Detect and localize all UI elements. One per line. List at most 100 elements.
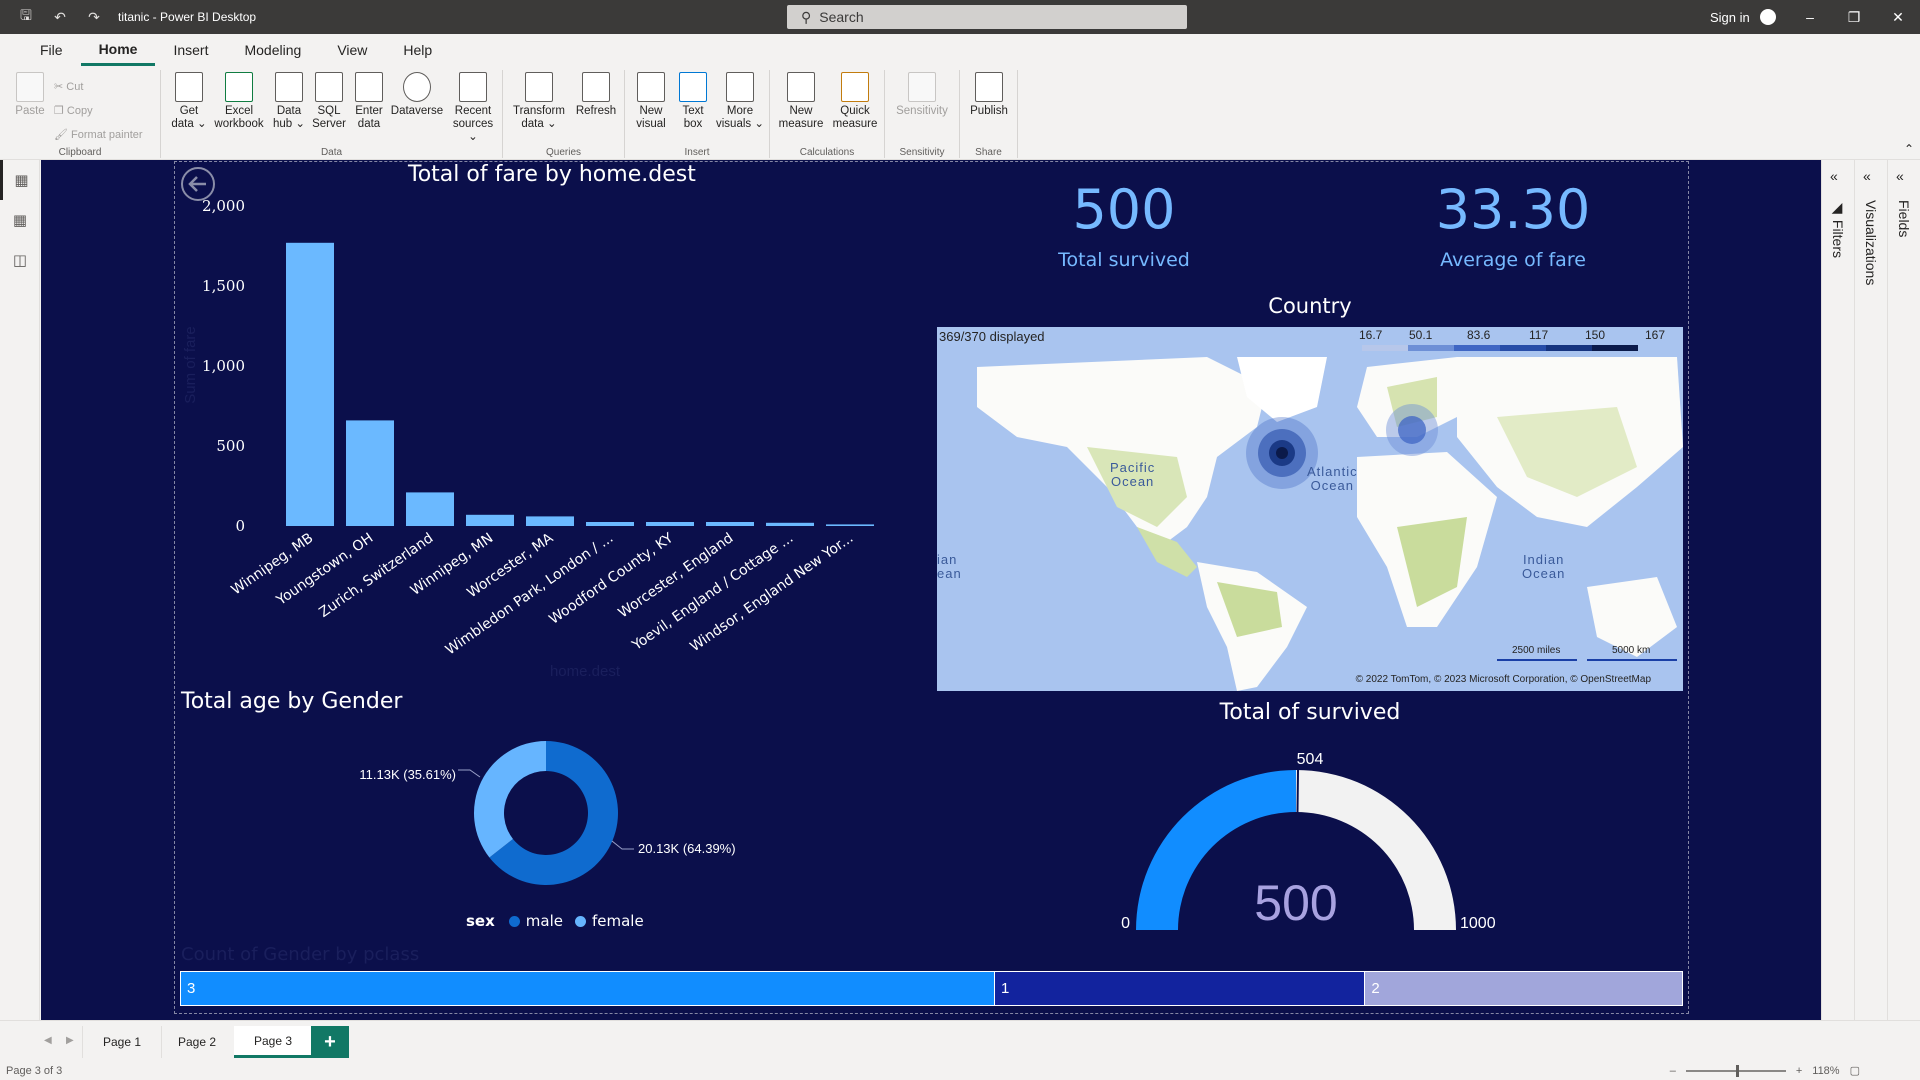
gauge-title: Total of survived [1219, 700, 1401, 725]
chart-icon [637, 72, 665, 102]
bar[interactable] [826, 524, 874, 526]
redo-icon[interactable]: ↷ [84, 7, 104, 27]
tab-page-1[interactable]: Page 1 [82, 1026, 163, 1058]
more-visuals-button[interactable]: More visuals ⌄ [715, 72, 765, 131]
publish-button[interactable]: Publish [966, 72, 1012, 118]
page-info: Page 3 of 3 [6, 1065, 63, 1077]
more-visuals-label: More visuals ⌄ [716, 105, 764, 130]
menu-file[interactable]: File [22, 34, 81, 66]
stack-segment-class-3[interactable]: 3 [181, 972, 994, 1005]
legend-swatch-5 [1546, 345, 1592, 351]
tab-page-3[interactable]: Page 3 [234, 1026, 314, 1058]
leader-line-female [458, 769, 481, 778]
bar[interactable] [586, 522, 634, 526]
recent-label: Recent sources ⌄ [452, 105, 494, 143]
text-box-icon [679, 72, 707, 102]
sensitivity-button[interactable]: Sensitivity [891, 72, 953, 118]
ocean-label-partial: ian ean [937, 552, 962, 581]
close-icon[interactable]: ✕ [1876, 0, 1920, 34]
sensitivity-group-label: Sensitivity [899, 147, 945, 158]
clipboard-group: Paste ✂ Cut ❐ Copy 🖌 Format painter Clip… [0, 70, 161, 158]
fit-page-icon[interactable]: ▢ [1850, 1064, 1860, 1077]
next-page-icon[interactable]: ▶ [66, 1035, 74, 1046]
visualizations-pane[interactable]: « Visualizations [1854, 160, 1886, 1020]
excel-workbook-button[interactable]: Excel workbook [211, 72, 267, 131]
text-box-button[interactable]: Text box [673, 72, 713, 131]
transform-data-button[interactable]: Transform data ⌄ [511, 72, 567, 131]
collapse-filters-icon[interactable]: « [1830, 168, 1838, 184]
menu-insert[interactable]: Insert [155, 34, 226, 66]
bar[interactable] [346, 420, 394, 526]
dataverse-button[interactable]: Dataverse [389, 72, 445, 118]
get-data-button[interactable]: Get data ⌄ [169, 72, 209, 131]
stack-segment-class-1[interactable]: 1 [993, 972, 1365, 1005]
legend-swatch-1 [1362, 345, 1408, 351]
recent-sources-button[interactable]: Recent sources ⌄ [447, 72, 499, 144]
menu-modeling[interactable]: Modeling [226, 34, 319, 66]
bar[interactable] [526, 516, 574, 526]
refresh-button[interactable]: Refresh [571, 72, 621, 118]
bar[interactable] [286, 242, 334, 527]
report-view-icon[interactable]: ▦ [0, 160, 40, 200]
pclass-stacked-bar[interactable]: 312 [180, 971, 1683, 1006]
paste-button[interactable]: Paste [10, 72, 50, 118]
bar[interactable] [466, 514, 514, 526]
collapse-ribbon-icon[interactable]: ⌃ [1904, 142, 1914, 156]
map-attribution[interactable]: © 2022 TomTom, © 2023 Microsoft Corporat… [1356, 674, 1651, 685]
bar[interactable] [646, 522, 694, 526]
data-label-male: 20.13K (64.39%) [638, 841, 736, 856]
minimize-icon[interactable]: – [1788, 0, 1832, 34]
prev-page-icon[interactable]: ◀ [44, 1035, 52, 1046]
menu-help[interactable]: Help [385, 34, 450, 66]
menu-home[interactable]: Home [80, 34, 156, 66]
cut-button[interactable]: ✂ Cut [54, 80, 83, 93]
new-visual-button[interactable]: New visual [631, 72, 671, 131]
model-view-icon[interactable]: ◫ [0, 240, 40, 280]
fields-label: Fields [1896, 200, 1912, 238]
data-hub-button[interactable]: Data hub ⌄ [269, 72, 309, 131]
menu-view[interactable]: View [319, 34, 385, 66]
data-view-icon[interactable]: ▦ [0, 200, 40, 240]
table-icon [355, 72, 383, 102]
paste-label: Paste [15, 105, 45, 117]
search-box[interactable]: ⚲ Search [787, 5, 1187, 29]
quick-measure-label: Quick measure [832, 105, 878, 130]
enter-data-button[interactable]: Enter data [349, 72, 389, 131]
new-measure-button[interactable]: New measure [776, 72, 826, 131]
fields-pane[interactable]: « Fields [1887, 160, 1919, 1020]
copy-button[interactable]: ❐ Copy [54, 104, 93, 117]
copy-label: Copy [66, 105, 93, 117]
stack-segment-class-2[interactable]: 2 [1364, 972, 1682, 1005]
survived-card-label: Total survived [1058, 249, 1190, 271]
collapse-fields-icon[interactable]: « [1896, 168, 1904, 184]
add-page-button[interactable]: + [311, 1026, 349, 1058]
bar[interactable] [706, 522, 754, 526]
title-bar: 🖫 ↶ ↷ titanic - Power BI Desktop ⚲ Searc… [0, 0, 1920, 34]
sensitivity-icon [908, 72, 936, 102]
survived-gauge[interactable]: 500 0 1000 504 [1100, 740, 1520, 940]
tab-page-2[interactable]: Page 2 [158, 1026, 238, 1058]
undo-icon[interactable]: ↶ [50, 7, 70, 27]
queries-group: Transform data ⌄ Refresh Queries [503, 70, 625, 158]
zoom-thumb[interactable] [1735, 1064, 1739, 1077]
zoom-out-icon[interactable]: – [1670, 1065, 1676, 1077]
restore-icon[interactable]: ❐ [1832, 0, 1876, 34]
recent-icon [459, 72, 487, 102]
bar[interactable] [406, 492, 454, 526]
bar[interactable] [766, 522, 814, 526]
format-painter-button[interactable]: 🖌 Format painter [54, 128, 143, 141]
donut-slice-female[interactable] [474, 741, 546, 858]
gender-donut-chart[interactable]: 20.13K (64.39%) 11.13K (35.61%) [340, 725, 760, 940]
excel-icon [225, 72, 253, 102]
filters-pane[interactable]: « ◢ Filters [1821, 160, 1853, 1020]
sql-server-button[interactable]: SQL Server [309, 72, 349, 131]
zoom-slider[interactable] [1685, 1064, 1786, 1077]
fare-bar-chart[interactable]: 2,0001,5001,0005000Sum of fareWinnipeg, … [180, 195, 900, 685]
zoom-in-icon[interactable]: + [1796, 1065, 1802, 1077]
quick-measure-button[interactable]: Quick measure [828, 72, 882, 131]
collapse-visualizations-icon[interactable]: « [1863, 168, 1871, 184]
world-map-graphic [937, 353, 1683, 691]
sign-in-button[interactable]: Sign in [1710, 0, 1776, 34]
country-map[interactable]: 369/370 displayed 16.7 50.1 83.6 117 150… [937, 327, 1683, 691]
save-icon[interactable]: 🖫 [16, 7, 36, 27]
